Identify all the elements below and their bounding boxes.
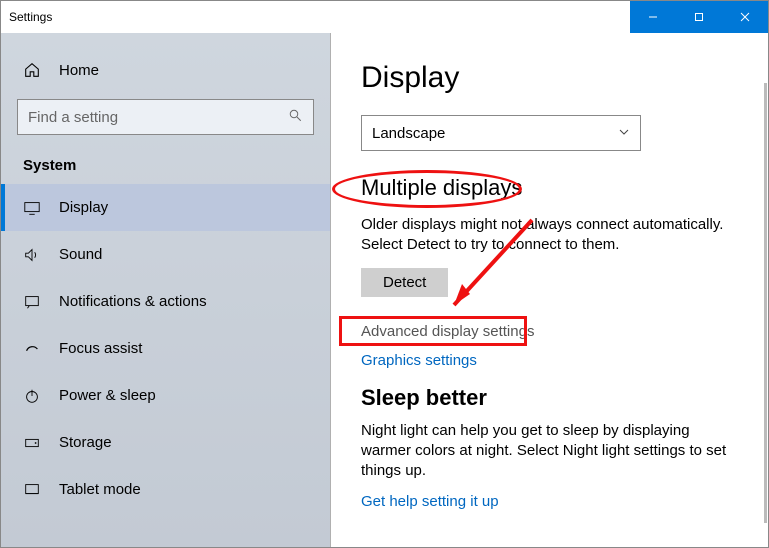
nav-tablet-mode[interactable]: Tablet mode [1, 466, 330, 513]
nav-notifications[interactable]: Notifications & actions [1, 278, 330, 325]
window-title: Settings [9, 10, 52, 24]
sleep-help-link[interactable]: Get help setting it up [361, 493, 738, 510]
nav-display[interactable]: Display [1, 184, 330, 231]
sleep-better-heading: Sleep better [361, 385, 738, 411]
sleep-better-text: Night light can help you get to sleep by… [361, 421, 738, 482]
nav-label: Tablet mode [59, 481, 141, 498]
multiple-displays-heading: Multiple displays [361, 175, 738, 201]
minimize-button[interactable] [630, 1, 676, 33]
detect-button[interactable]: Detect [361, 268, 448, 297]
scrollbar-thumb[interactable] [764, 83, 767, 523]
multiple-displays-text: Older displays might not always connect … [361, 215, 738, 256]
orientation-dropdown[interactable]: Landscape [361, 115, 641, 151]
storage-icon [23, 434, 43, 452]
nav-power-sleep[interactable]: Power & sleep [1, 372, 330, 419]
close-button[interactable] [722, 1, 768, 33]
settings-window: Settings Home System Display [0, 0, 769, 548]
home-icon [23, 61, 43, 79]
home-nav[interactable]: Home [1, 51, 330, 89]
section-label: System [1, 153, 330, 184]
search-input[interactable] [28, 109, 288, 126]
display-icon [23, 199, 43, 217]
nav-storage[interactable]: Storage [1, 419, 330, 466]
nav-label: Storage [59, 434, 112, 451]
titlebar: Settings [1, 1, 768, 33]
window-controls [630, 1, 768, 33]
graphics-settings-link[interactable]: Graphics settings [361, 352, 738, 369]
search-box[interactable] [17, 99, 314, 135]
advanced-display-link[interactable]: Advanced display settings [361, 323, 738, 340]
sound-icon [23, 246, 43, 264]
page-title: Display [361, 61, 738, 95]
nav-focus-assist[interactable]: Focus assist [1, 325, 330, 372]
sidebar: Home System Display Sound Notifications [1, 33, 331, 547]
main-panel: Display Landscape Multiple displays Olde… [331, 33, 768, 547]
nav-label: Display [59, 199, 108, 216]
nav-sound[interactable]: Sound [1, 231, 330, 278]
content-area: Home System Display Sound Notifications [1, 33, 768, 547]
home-label: Home [59, 62, 99, 79]
power-icon [23, 387, 43, 405]
maximize-button[interactable] [676, 1, 722, 33]
search-icon [288, 108, 303, 127]
nav-label: Focus assist [59, 340, 142, 357]
nav-label: Power & sleep [59, 387, 156, 404]
orientation-value: Landscape [372, 125, 445, 142]
nav-label: Notifications & actions [59, 293, 207, 310]
scrollbar[interactable] [758, 33, 768, 547]
nav-list: Display Sound Notifications & actions Fo… [1, 184, 330, 513]
chevron-down-icon [618, 125, 630, 142]
focus-icon [23, 340, 43, 358]
notifications-icon [23, 293, 43, 311]
tablet-icon [23, 481, 43, 499]
nav-label: Sound [59, 246, 102, 263]
